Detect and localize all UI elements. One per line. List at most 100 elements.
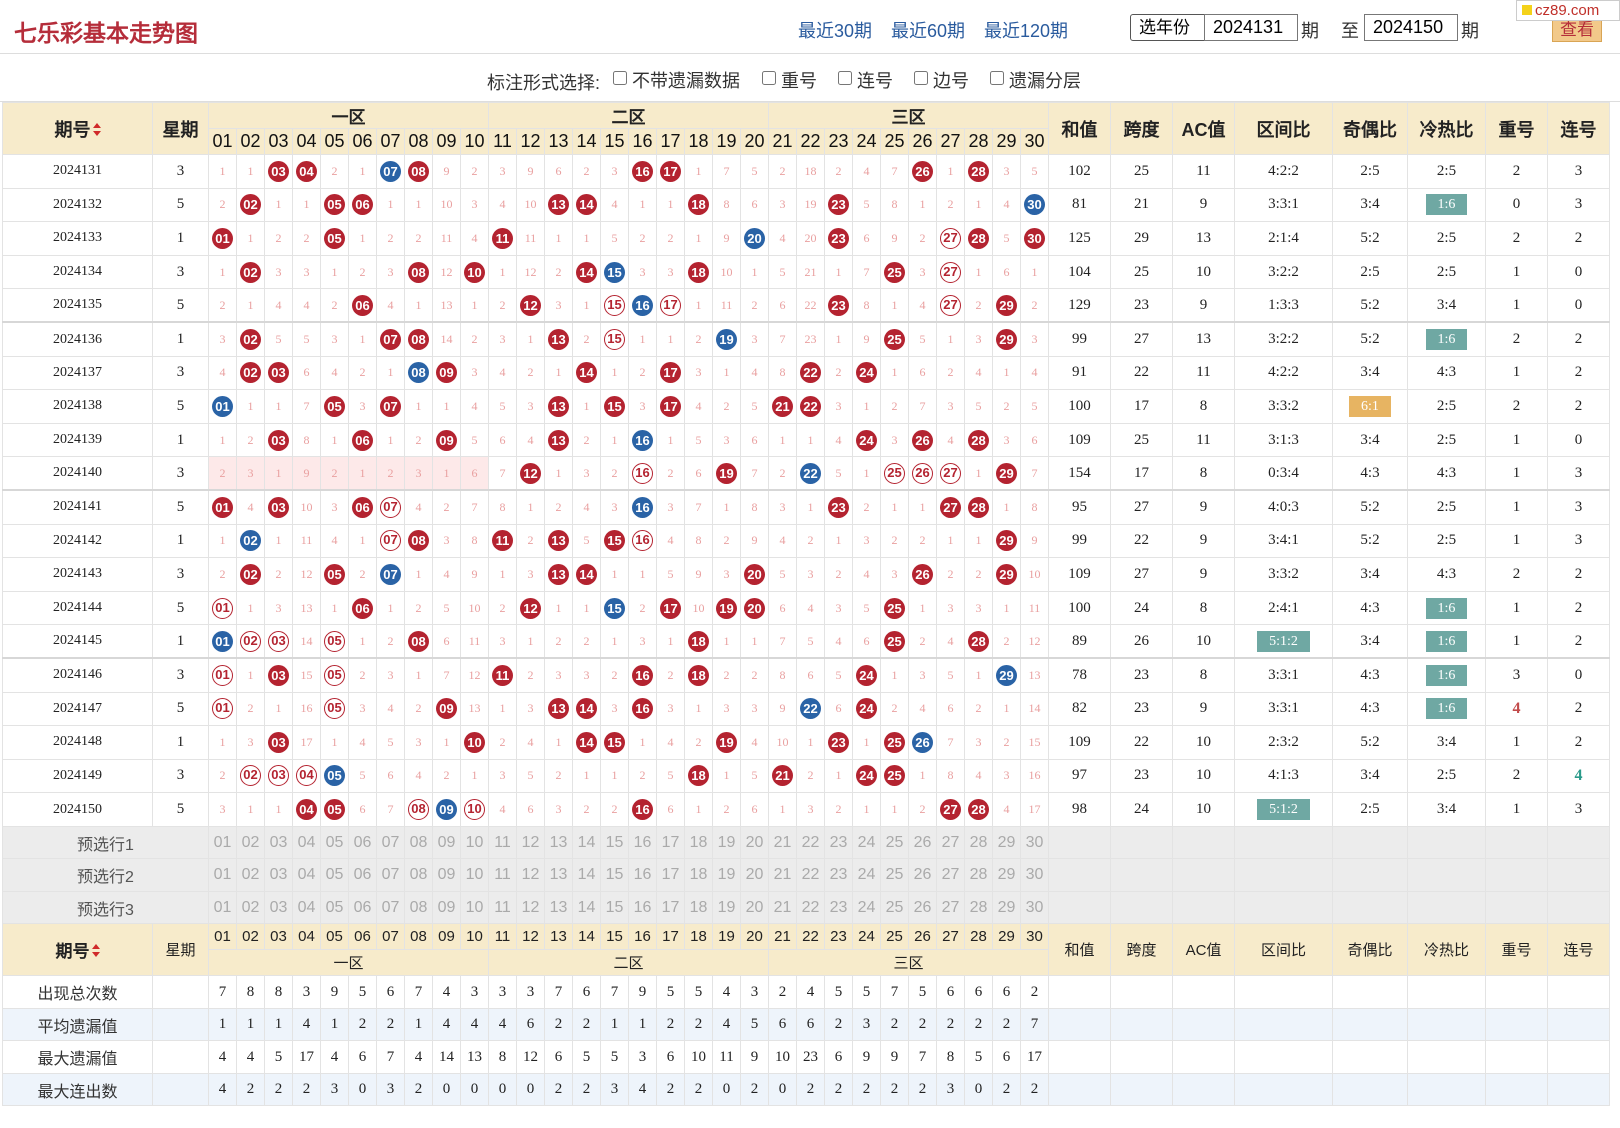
preselect-number[interactable]: 27	[936, 825, 965, 860]
from-period-input[interactable]	[1204, 14, 1298, 41]
preselect-number[interactable]: 29	[992, 858, 1021, 892]
preselect-number[interactable]: 10	[460, 890, 489, 925]
preselect-number[interactable]: 26	[908, 858, 937, 892]
option-omission-layer[interactable]: 遗漏分层	[990, 67, 1081, 93]
preselect-number[interactable]: 23	[824, 825, 853, 860]
preselect-number[interactable]: 09	[432, 890, 461, 925]
preselect-number[interactable]: 09	[432, 825, 461, 860]
preselect-number[interactable]: 25	[880, 825, 909, 860]
preselect-number[interactable]: 11	[488, 825, 517, 860]
preselect-number[interactable]: 07	[376, 890, 405, 925]
preselect-number[interactable]: 15	[600, 825, 629, 860]
preselect-number[interactable]: 14	[572, 858, 601, 892]
preselect-number[interactable]: 05	[320, 890, 349, 925]
preselect-number[interactable]: 16	[628, 890, 657, 925]
recent-30-link[interactable]: 最近30期	[798, 17, 872, 43]
preselect-number[interactable]: 15	[600, 890, 629, 925]
preselect-number[interactable]: 02	[236, 825, 265, 860]
recent-120-link[interactable]: 最近120期	[984, 17, 1068, 43]
preselect-number[interactable]: 10	[460, 825, 489, 860]
preselect-number[interactable]: 20	[740, 858, 769, 892]
option-repeat[interactable]: 重号	[762, 67, 817, 93]
preselect-number[interactable]: 17	[656, 890, 685, 925]
checkbox-icon[interactable]	[838, 71, 852, 85]
preselect-number[interactable]: 21	[768, 825, 797, 860]
recent-60-link[interactable]: 最近60期	[891, 17, 965, 43]
preselect-number[interactable]: 13	[544, 890, 573, 925]
preselect-number[interactable]: 08	[404, 825, 433, 860]
preselect-number[interactable]: 18	[684, 890, 713, 925]
preselect-number[interactable]: 04	[292, 890, 321, 925]
checkbox-icon[interactable]	[990, 71, 1004, 85]
preselect-number[interactable]: 13	[544, 858, 573, 892]
preselect-number[interactable]: 13	[544, 825, 573, 860]
preselect-number[interactable]: 20	[740, 890, 769, 925]
preselect-number[interactable]: 11	[488, 890, 517, 925]
preselect-number[interactable]: 26	[908, 825, 937, 860]
preselect-number[interactable]: 30	[1020, 858, 1049, 892]
preselect-number[interactable]: 14	[572, 825, 601, 860]
preselect-number[interactable]: 21	[768, 890, 797, 925]
preselect-number[interactable]: 25	[880, 890, 909, 925]
preselect-number[interactable]: 29	[992, 825, 1021, 860]
preselect-number[interactable]: 22	[796, 890, 825, 925]
checkbox-icon[interactable]	[613, 71, 627, 85]
preselect-number[interactable]: 04	[292, 858, 321, 892]
sort-icon[interactable]	[91, 944, 100, 958]
preselect-number[interactable]: 17	[656, 858, 685, 892]
preselect-number[interactable]: 04	[292, 825, 321, 860]
preselect-number[interactable]: 06	[348, 825, 377, 860]
preselect-number[interactable]: 18	[684, 858, 713, 892]
checkbox-icon[interactable]	[762, 71, 776, 85]
preselect-number[interactable]: 23	[824, 858, 853, 892]
preselect-number[interactable]: 19	[712, 858, 741, 892]
preselect-number[interactable]: 28	[964, 890, 993, 925]
preselect-number[interactable]: 11	[488, 858, 517, 892]
preselect-number[interactable]: 24	[852, 890, 881, 925]
preselect-number[interactable]: 20	[740, 825, 769, 860]
preselect-number[interactable]: 07	[376, 825, 405, 860]
option-consecutive[interactable]: 连号	[838, 67, 893, 93]
preselect-number[interactable]: 06	[348, 890, 377, 925]
preselect-number[interactable]: 12	[516, 858, 545, 892]
sort-icon[interactable]	[92, 122, 101, 137]
bottom-period-header[interactable]: 期号	[2, 923, 153, 977]
preselect-number[interactable]: 16	[628, 858, 657, 892]
preselect-number[interactable]: 14	[572, 890, 601, 925]
preselect-number[interactable]: 01	[208, 825, 237, 860]
option-edge[interactable]: 边号	[914, 67, 969, 93]
preselect-number[interactable]: 29	[992, 890, 1021, 925]
preselect-number[interactable]: 26	[908, 890, 937, 925]
preselect-number[interactable]: 12	[516, 825, 545, 860]
preselect-number[interactable]: 27	[936, 890, 965, 925]
preselect-number[interactable]: 24	[852, 825, 881, 860]
preselect-number[interactable]: 05	[320, 858, 349, 892]
preselect-number[interactable]: 02	[236, 858, 265, 892]
preselect-number[interactable]: 01	[208, 890, 237, 925]
preselect-number[interactable]: 08	[404, 858, 433, 892]
preselect-number[interactable]: 22	[796, 858, 825, 892]
preselect-number[interactable]: 22	[796, 825, 825, 860]
preselect-number[interactable]: 24	[852, 858, 881, 892]
preselect-number[interactable]: 03	[264, 890, 293, 925]
preselect-number[interactable]: 21	[768, 858, 797, 892]
preselect-number[interactable]: 17	[656, 825, 685, 860]
preselect-number[interactable]: 16	[628, 825, 657, 860]
option-no-omission[interactable]: 不带遗漏数据	[613, 67, 740, 93]
preselect-number[interactable]: 27	[936, 858, 965, 892]
preselect-number[interactable]: 25	[880, 858, 909, 892]
preselect-number[interactable]: 09	[432, 858, 461, 892]
preselect-number[interactable]: 30	[1020, 825, 1049, 860]
preselect-number[interactable]: 02	[236, 890, 265, 925]
preselect-number[interactable]: 28	[964, 825, 993, 860]
preselect-number[interactable]: 01	[208, 858, 237, 892]
preselect-number[interactable]: 18	[684, 825, 713, 860]
preselect-number[interactable]: 03	[264, 858, 293, 892]
preselect-number[interactable]: 23	[824, 890, 853, 925]
preselect-number[interactable]: 06	[348, 858, 377, 892]
col-period-header[interactable]: 期号	[2, 102, 153, 155]
preselect-number[interactable]: 03	[264, 825, 293, 860]
preselect-number[interactable]: 12	[516, 890, 545, 925]
preselect-number[interactable]: 28	[964, 858, 993, 892]
preselect-number[interactable]: 19	[712, 890, 741, 925]
